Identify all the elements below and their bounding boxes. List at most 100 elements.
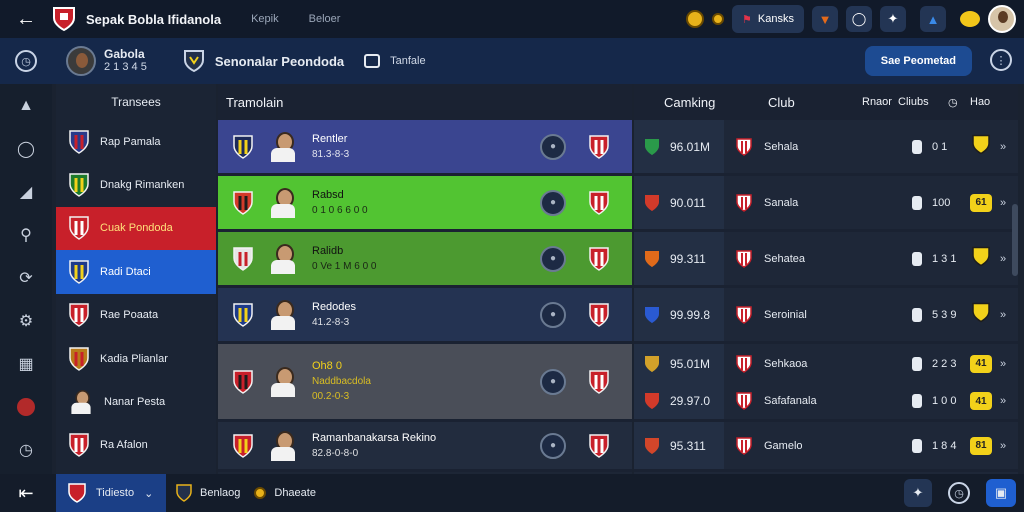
row-sub-2: 00.2-0-3 — [312, 391, 350, 402]
manager-card[interactable]: Gabola 2 1 3 4 5 — [66, 46, 147, 76]
club-crest-icon — [736, 436, 752, 455]
bus-button[interactable]: ▣ — [986, 479, 1016, 507]
ranking-row[interactable]: 95.01M Sehkaoa 2 2 3 41 » — [634, 344, 1018, 383]
ball-icon[interactable]: ● — [540, 133, 566, 160]
team-list-item[interactable]: Nanar Pesta — [56, 380, 216, 423]
calendar-icon[interactable]: ▦ — [0, 342, 52, 385]
puzzle-button[interactable]: ✦ — [904, 479, 932, 507]
lemon-icon[interactable] — [960, 11, 980, 27]
stats-button[interactable]: ◯ — [846, 6, 872, 32]
ranking-row[interactable]: 29.97.0 Safafanala 1 0 0 41 » — [634, 383, 1018, 422]
ranking-row[interactable]: 95.311 Gamelo 1 8 4 81 » — [634, 422, 1018, 472]
chevron-right-icon[interactable]: » — [1000, 253, 1006, 265]
ball-icon[interactable]: ● — [540, 432, 566, 459]
tab-benlaog[interactable]: Benlaog — [176, 484, 240, 502]
timer-icon[interactable]: ◷ — [0, 428, 52, 471]
ranking-value-cell: 95.01M — [634, 344, 724, 383]
home-icon[interactable]: ▲ — [0, 84, 52, 127]
table-row[interactable]: Redodes 41.2-8-3 ● — [218, 288, 632, 344]
chevron-right-icon[interactable]: » — [1000, 440, 1006, 452]
shield-outline-icon[interactable]: ◯ — [0, 127, 52, 170]
stat-number: 2 2 3 — [932, 357, 957, 370]
col-ranking[interactable]: Camking — [664, 95, 715, 110]
club-select[interactable]: Tidiesto ⌄ — [56, 474, 166, 512]
tab-tanfale[interactable]: Tanfale — [364, 54, 426, 68]
ranking-row[interactable]: 96.01M Sehala 0 1 » — [634, 120, 1018, 176]
back-arrow-icon[interactable]: ← — [0, 8, 52, 31]
stat-cell: 1 0 0 — [912, 383, 956, 419]
team-list-item[interactable]: Rap Pamala — [56, 120, 216, 163]
row-sub: 82.8-0-8-0 — [312, 447, 359, 459]
info-icon[interactable] — [912, 251, 922, 266]
puzzle-button[interactable]: ✦ — [880, 6, 906, 32]
table-row[interactable]: Oh8 0 Naddbacdola 00.2-0-3 ● — [218, 344, 632, 422]
info-icon[interactable] — [912, 139, 922, 154]
team-selector[interactable]: Senonalar Peondoda — [183, 49, 344, 73]
ranking-row[interactable]: 99.99.8 Seroinial 5 3 9 » — [634, 288, 1018, 344]
team-list-item[interactable]: Kadia Plianlar — [56, 337, 216, 380]
chevron-right-icon[interactable]: » — [1000, 197, 1006, 209]
settings-icon[interactable]: ⚙ — [0, 299, 52, 342]
boot-icon[interactable]: ◢ — [0, 170, 52, 213]
ranking-value: 99.311 — [670, 251, 706, 266]
info-icon[interactable] — [912, 195, 922, 210]
team-list-item-label: Ra Afalon — [100, 439, 148, 452]
club-cell: Sehala — [736, 120, 798, 173]
ranking-row[interactable]: 99.311 Sehatea 1 3 1 » — [634, 232, 1018, 288]
team-list-item-label: Rap Pamala — [100, 135, 161, 148]
scrollbar[interactable] — [1012, 204, 1018, 276]
clock-icon[interactable]: ◷ — [948, 482, 970, 504]
refresh-icon[interactable]: ⟳ — [0, 256, 52, 299]
clock-icon[interactable]: ◷ — [15, 50, 37, 72]
tickets-button[interactable]: ⚑ Kansks — [732, 5, 804, 33]
table-row[interactable]: Rentler 81.3-8-3 ● — [218, 120, 632, 176]
record-icon[interactable] — [0, 385, 52, 428]
breadcrumb-kepik[interactable]: Kepik — [251, 13, 279, 25]
team-list-item[interactable]: Cuak Pondoda — [56, 206, 216, 251]
table-row[interactable]: Ramanbanakarsa Rekino 82.8-0-8-0 ● — [218, 422, 632, 472]
chevron-right-icon[interactable]: » — [1000, 309, 1006, 321]
save-button[interactable]: Sae Peometad — [864, 46, 972, 76]
rating-badge: 61 — [970, 193, 992, 212]
col-ho[interactable]: Hao — [970, 96, 990, 108]
exit-arrow-icon[interactable]: ⇤ — [0, 483, 52, 504]
col-club[interactable]: Club — [768, 95, 795, 110]
team-list-item[interactable]: Ra Afalon — [56, 424, 216, 467]
chevron-right-icon[interactable]: » — [1000, 358, 1006, 370]
club-crest-icon[interactable] — [52, 6, 76, 32]
col-clubs[interactable]: Cliubs — [898, 96, 929, 108]
opponent-crest-icon — [589, 134, 609, 159]
league-button[interactable]: ▲ — [920, 6, 946, 32]
tab-dhaeate[interactable]: Dhaeate — [254, 487, 316, 499]
tab-dhaeate-label: Dhaeate — [274, 487, 316, 499]
ball-icon[interactable]: ● — [540, 245, 566, 272]
tab-benlaog-label: Benlaog — [200, 487, 241, 499]
info-icon[interactable] — [912, 394, 922, 408]
team-list-item[interactable]: Rae Poaata — [56, 294, 216, 337]
info-icon[interactable] — [912, 307, 922, 322]
team-list-item[interactable]: Radi Dtaci — [56, 250, 216, 294]
table-row[interactable]: Ralidb 0 Ve 1 M 6 0 0 ● — [218, 232, 632, 288]
ball-icon[interactable]: ● — [540, 301, 566, 328]
club-name: Gamelo — [764, 439, 803, 452]
club-crest-icon — [233, 246, 253, 271]
info-icon[interactable] — [912, 438, 922, 453]
breadcrumb-beloer[interactable]: Beloer — [309, 13, 341, 25]
chevron-right-icon[interactable]: » — [1000, 141, 1006, 153]
ranking-value: 99.99.8 — [670, 307, 711, 322]
table-row[interactable]: Rabsd 0 1 0 6 6 0 0 ● — [218, 176, 632, 232]
col-rank[interactable]: Rnaor — [862, 96, 892, 108]
ranking-row[interactable]: 90.011 Sanala 100 61 » — [634, 176, 1018, 232]
puzzle-icon: ✦ — [887, 11, 899, 26]
search-icon[interactable]: ⚲ — [0, 213, 52, 256]
club-shield-button[interactable]: ▼ — [812, 6, 838, 32]
coin-icon[interactable] — [686, 10, 705, 28]
team-list-item[interactable]: Dnakg Rimanken — [56, 163, 216, 206]
avatar[interactable] — [988, 5, 1016, 33]
ball-icon[interactable]: ● — [540, 189, 566, 216]
chevron-right-icon[interactable]: » — [1000, 395, 1006, 407]
options-icon[interactable]: ⋮ — [990, 49, 1012, 71]
row-sub: 0 Ve 1 M 6 0 0 — [312, 260, 377, 272]
info-icon[interactable] — [912, 356, 922, 371]
ball-icon[interactable]: ● — [540, 368, 566, 395]
